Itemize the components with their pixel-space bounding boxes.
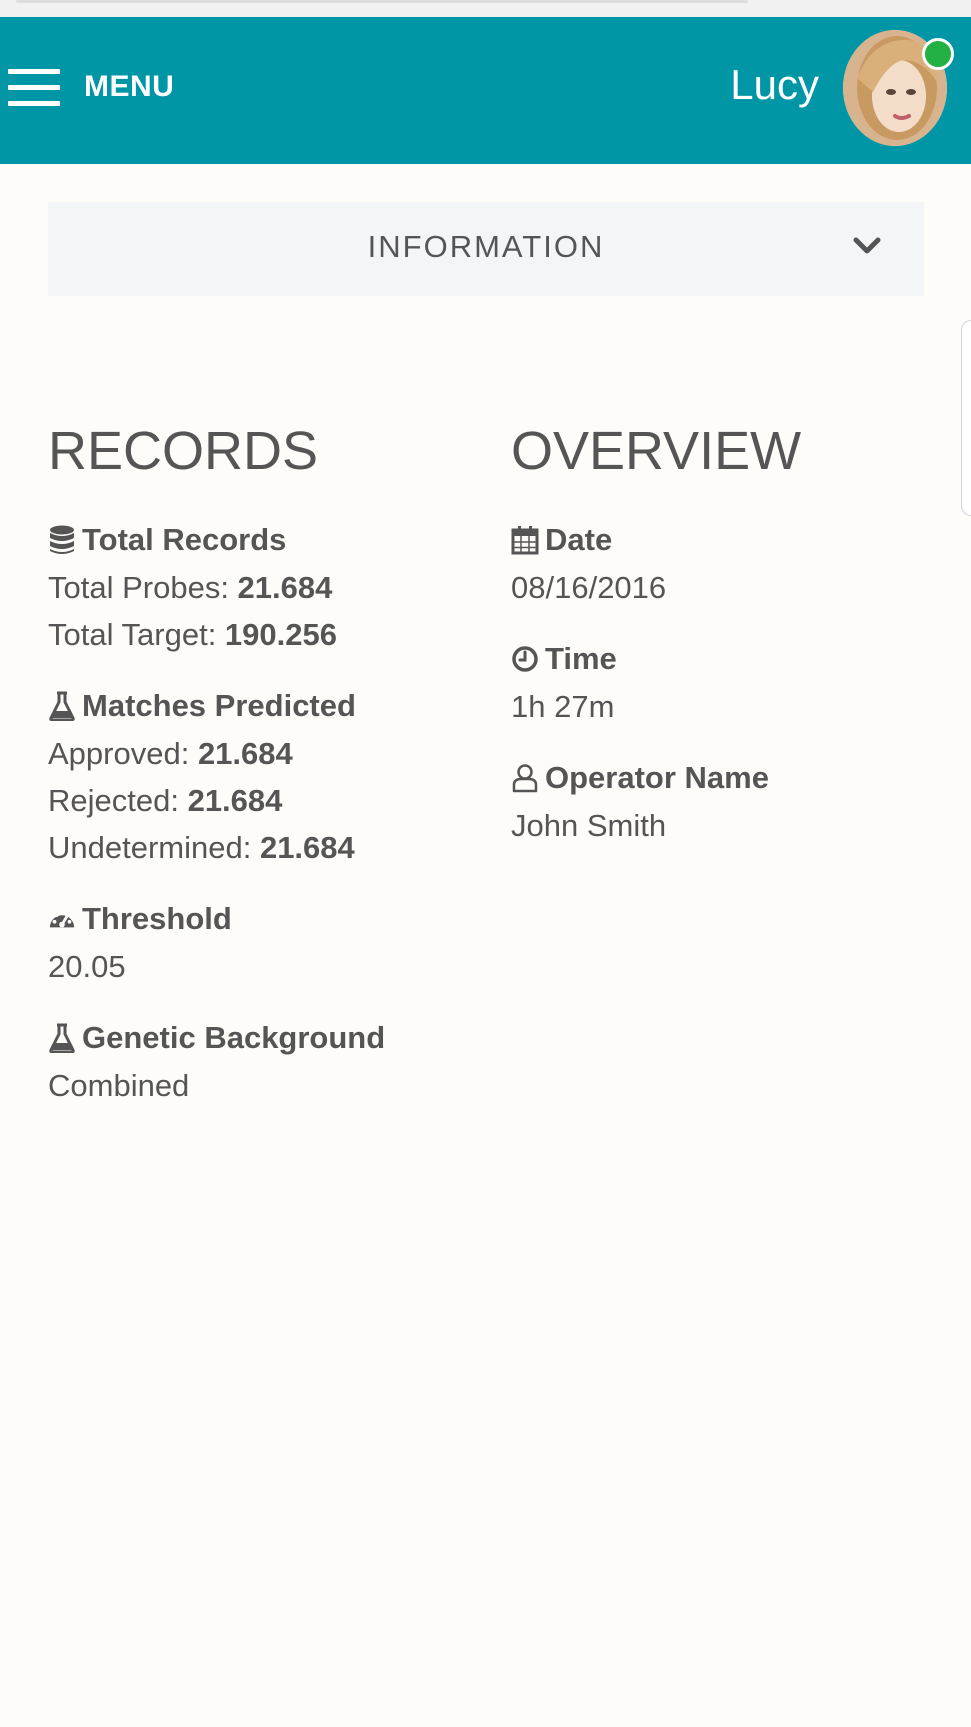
operator-heading: Operator Name (545, 760, 769, 795)
time-value: 1h 27m (511, 689, 615, 724)
genetic-background-heading: Genetic Background (82, 1020, 386, 1055)
information-title: INFORMATION (367, 229, 605, 264)
time-group: Time 1h 27m (511, 635, 931, 730)
overview-column: OVERVIEW Date 08/16/2016 Time 1h 27m Ope… (511, 420, 931, 873)
flask-icon (48, 690, 76, 722)
app-header: MENU Lucy (0, 17, 971, 164)
browser-top-strip (0, 0, 971, 17)
records-title: RECORDS (48, 421, 319, 481)
user-icon (511, 762, 539, 794)
matches-predicted-heading: Matches Predicted (82, 688, 356, 723)
date-value: 08/16/2016 (511, 570, 667, 605)
flask-icon (48, 1022, 76, 1054)
online-status-badge (922, 38, 954, 70)
operator-group: Operator Name John Smith (511, 754, 931, 849)
scroll-indicator (16, 0, 748, 3)
calendar-icon (511, 524, 539, 556)
approved-row: Approved: 21.684 (48, 736, 293, 771)
dashboard-icon (48, 903, 76, 935)
threshold-group: Threshold 20.05 (48, 895, 488, 990)
hamburger-icon (8, 67, 60, 107)
threshold-value: 20.05 (48, 949, 126, 984)
total-records-group: Total Records Total Probes: 21.684 Total… (48, 516, 488, 658)
rejected-value: 21.684 (187, 783, 283, 818)
database-icon (48, 524, 76, 556)
rejected-row: Rejected: 21.684 (48, 783, 283, 818)
total-probes-row: Total Probes: 21.684 (48, 570, 333, 605)
genetic-background-group: Genetic Background Combined (48, 1014, 488, 1109)
chevron-down-icon (853, 236, 881, 261)
date-heading: Date (545, 522, 613, 557)
menu-button[interactable]: MENU (8, 67, 174, 107)
total-target-value: 190.256 (224, 617, 337, 652)
undetermined-value: 21.684 (259, 830, 355, 865)
overview-title: OVERVIEW (511, 421, 802, 481)
total-target-row: Total Target: 190.256 (48, 617, 337, 652)
clock-icon (511, 643, 539, 675)
records-column: RECORDS Total Records Total Probes: 21.6… (48, 420, 488, 1133)
side-panel-tab[interactable] (961, 320, 971, 516)
approved-value: 21.684 (197, 736, 293, 771)
date-group: Date 08/16/2016 (511, 516, 931, 611)
time-heading: Time (545, 641, 617, 676)
menu-label: MENU (84, 70, 175, 103)
threshold-heading: Threshold (82, 901, 232, 936)
matches-predicted-group: Matches Predicted Approved: 21.684 Rejec… (48, 682, 488, 871)
total-probes-value: 21.684 (237, 570, 333, 605)
undetermined-row: Undetermined: 21.684 (48, 830, 355, 865)
total-records-heading: Total Records (82, 522, 287, 557)
genetic-background-value: Combined (48, 1068, 190, 1103)
user-name[interactable]: Lucy (730, 64, 819, 106)
information-accordion[interactable]: INFORMATION (48, 202, 924, 296)
operator-value: John Smith (511, 808, 667, 843)
